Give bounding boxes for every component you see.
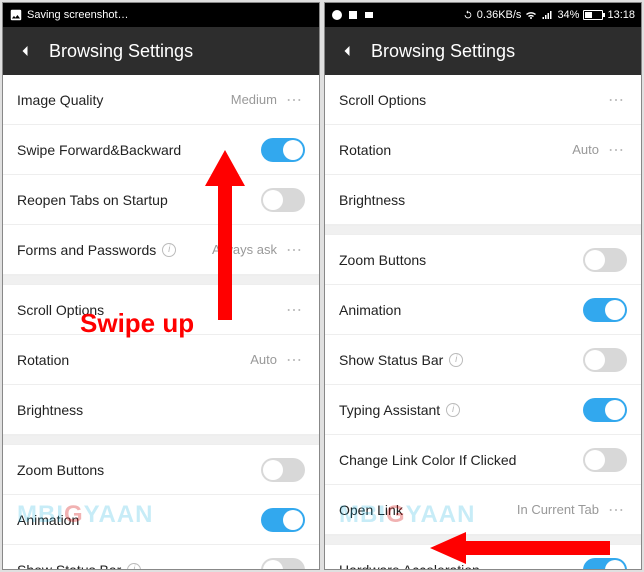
arrow-up-icon: [200, 150, 250, 320]
facebook-icon: [347, 9, 359, 21]
settings-row[interactable]: Show Status Bar i: [325, 335, 641, 385]
settings-row[interactable]: Change Link Color If Clicked: [325, 435, 641, 485]
more-icon[interactable]: ⋯: [607, 90, 627, 110]
toggle[interactable]: [261, 138, 305, 162]
more-icon[interactable]: ⋯: [285, 90, 305, 110]
settings-row[interactable]: Zoom Buttons: [325, 235, 641, 285]
settings-row[interactable]: Animation: [325, 285, 641, 335]
more-icon[interactable]: ⋯: [607, 500, 627, 520]
more-icon[interactable]: ⋯: [285, 240, 305, 260]
info-icon[interactable]: i: [446, 403, 460, 417]
row-label: Animation: [17, 512, 79, 528]
row-label: Brightness: [17, 402, 83, 418]
chevron-left-icon: [15, 41, 35, 61]
settings-row[interactable]: Scroll Options ⋯: [325, 75, 641, 125]
status-bar: Saving screenshot…: [3, 3, 319, 27]
image-icon: [9, 8, 23, 22]
section-gap: [3, 275, 319, 285]
battery-percent: 34%: [557, 9, 579, 21]
settings-row[interactable]: Show Status Bar i: [3, 545, 319, 570]
status-bar: 0.36KB/s 34% 13:18: [325, 3, 641, 27]
title-bar: Browsing Settings: [3, 27, 319, 75]
more-icon[interactable]: ⋯: [285, 350, 305, 370]
page-title: Browsing Settings: [49, 41, 193, 62]
row-label: Swipe Forward&Backward: [17, 142, 181, 158]
phone-screen-right: 0.36KB/s 34% 13:18 Browsing Settings Scr…: [324, 2, 642, 570]
title-bar: Browsing Settings: [325, 27, 641, 75]
row-label: Change Link Color If Clicked: [339, 452, 516, 468]
page-title: Browsing Settings: [371, 41, 515, 62]
row-label: Rotation: [339, 142, 391, 158]
settings-row[interactable]: Reopen Tabs on Startup: [3, 175, 319, 225]
section-gap: [325, 225, 641, 235]
row-label: Animation: [339, 302, 401, 318]
row-label: Zoom Buttons: [339, 252, 426, 268]
info-icon[interactable]: i: [162, 243, 176, 257]
annotation-swipe-up: Swipe up: [80, 308, 194, 339]
toggle[interactable]: [583, 398, 627, 422]
row-value: Medium: [231, 92, 277, 107]
row-label: Show Status Bar: [17, 562, 121, 571]
back-button[interactable]: [333, 37, 361, 65]
statusbar-text: Saving screenshot…: [27, 9, 129, 21]
settings-row[interactable]: Animation: [3, 495, 319, 545]
row-label: Open Link: [339, 502, 403, 518]
row-label: Image Quality: [17, 92, 103, 108]
phone-screen-left: Saving screenshot… Browsing Settings Ima…: [2, 2, 320, 570]
toggle[interactable]: [583, 298, 627, 322]
sync-icon: [463, 10, 473, 20]
settings-row[interactable]: Typing Assistant i: [325, 385, 641, 435]
row-label: Brightness: [339, 192, 405, 208]
signal-icon: [541, 9, 553, 21]
row-value: In Current Tab: [517, 502, 599, 517]
row-label: Scroll Options: [339, 92, 426, 108]
toggle[interactable]: [261, 508, 305, 532]
toggle[interactable]: [583, 348, 627, 372]
toggle[interactable]: [261, 188, 305, 212]
more-icon[interactable]: ⋯: [607, 140, 627, 160]
settings-row[interactable]: Forms and PasswordsiAlways ask⋯: [3, 225, 319, 275]
settings-row[interactable]: Rotation Auto ⋯: [325, 125, 641, 175]
toggle[interactable]: [583, 248, 627, 272]
wifi-icon: [525, 9, 537, 21]
back-button[interactable]: [11, 37, 39, 65]
battery-icon: [583, 10, 603, 20]
row-label: Forms and Passwords: [17, 242, 156, 258]
network-speed: 0.36KB/s: [477, 9, 522, 21]
row-label: Typing Assistant: [339, 402, 440, 418]
settings-row[interactable]: Swipe Forward&Backward: [3, 125, 319, 175]
row-label: Reopen Tabs on Startup: [17, 192, 168, 208]
row-label: Rotation: [17, 352, 69, 368]
settings-row[interactable]: Rotation Auto ⋯: [3, 335, 319, 385]
arrow-left-icon: [430, 530, 610, 566]
whatsapp-icon: [331, 9, 343, 21]
row-value: Auto: [572, 142, 599, 157]
settings-row[interactable]: Zoom Buttons: [3, 445, 319, 495]
settings-row[interactable]: Brightness: [3, 385, 319, 435]
mail-icon: [363, 9, 375, 21]
toggle[interactable]: [261, 558, 305, 571]
clock: 13:18: [607, 9, 635, 21]
more-icon[interactable]: ⋯: [285, 300, 305, 320]
info-icon[interactable]: i: [449, 353, 463, 367]
toggle[interactable]: [583, 448, 627, 472]
settings-row[interactable]: Open Link In Current Tab ⋯: [325, 485, 641, 535]
section-gap: [3, 435, 319, 445]
settings-list[interactable]: Scroll Options ⋯ Rotation Auto ⋯ Brightness Zo…: [325, 75, 641, 570]
row-label: Zoom Buttons: [17, 462, 104, 478]
info-icon[interactable]: i: [127, 563, 141, 571]
row-label: Show Status Bar: [339, 352, 443, 368]
settings-row[interactable]: Brightness: [325, 175, 641, 225]
settings-row[interactable]: Image Quality Medium ⋯: [3, 75, 319, 125]
row-value: Auto: [250, 352, 277, 367]
toggle[interactable]: [261, 458, 305, 482]
chevron-left-icon: [337, 41, 357, 61]
